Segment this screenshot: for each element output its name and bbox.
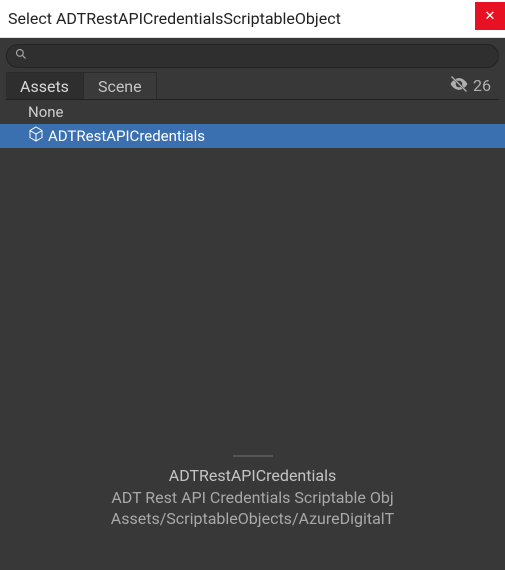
details-asset-type: ADT Rest API Credentials Scriptable Obj <box>0 487 505 509</box>
object-picker-window: Select ADTRestAPICredentialsScriptableOb… <box>0 0 505 570</box>
tab-assets[interactable]: Assets <box>6 72 84 99</box>
window-title: Select ADTRestAPICredentialsScriptableOb… <box>8 9 475 28</box>
eye-off-icon <box>449 74 469 98</box>
tab-label: Assets <box>20 77 69 96</box>
list-item-label: ADTRestAPICredentials <box>48 127 205 145</box>
close-icon: ✕ <box>485 9 496 24</box>
grip-icon <box>233 455 273 457</box>
asset-list[interactable]: None ADTRestAPICredentials <box>0 100 505 453</box>
list-item-label: None <box>28 103 64 121</box>
details-asset-path: Assets/ScriptableObjects/AzureDigitalT <box>0 508 505 530</box>
tab-label: Scene <box>98 77 142 96</box>
details-asset-name: ADTRestAPICredentials <box>0 465 505 487</box>
tab-scene[interactable]: Scene <box>84 72 157 99</box>
close-button[interactable]: ✕ <box>475 2 505 30</box>
list-item-adtrestapicredentials[interactable]: ADTRestAPICredentials <box>0 124 505 148</box>
scriptable-object-icon <box>28 126 44 146</box>
search-input[interactable] <box>31 49 490 64</box>
hidden-count-value: 26 <box>473 76 491 95</box>
content-area: Assets Scene 26 None ADTRestAPICrede <box>0 38 505 570</box>
details-panel: ADTRestAPICredentials ADT Rest API Crede… <box>0 459 505 570</box>
tabs-spacer <box>157 72 441 99</box>
search-icon <box>15 48 27 64</box>
tabs-row: Assets Scene 26 <box>6 72 499 100</box>
titlebar: Select ADTRestAPICredentialsScriptableOb… <box>0 0 505 38</box>
search-field[interactable] <box>6 44 499 68</box>
hidden-objects-toggle[interactable]: 26 <box>441 72 499 99</box>
list-item-none[interactable]: None <box>0 100 505 124</box>
